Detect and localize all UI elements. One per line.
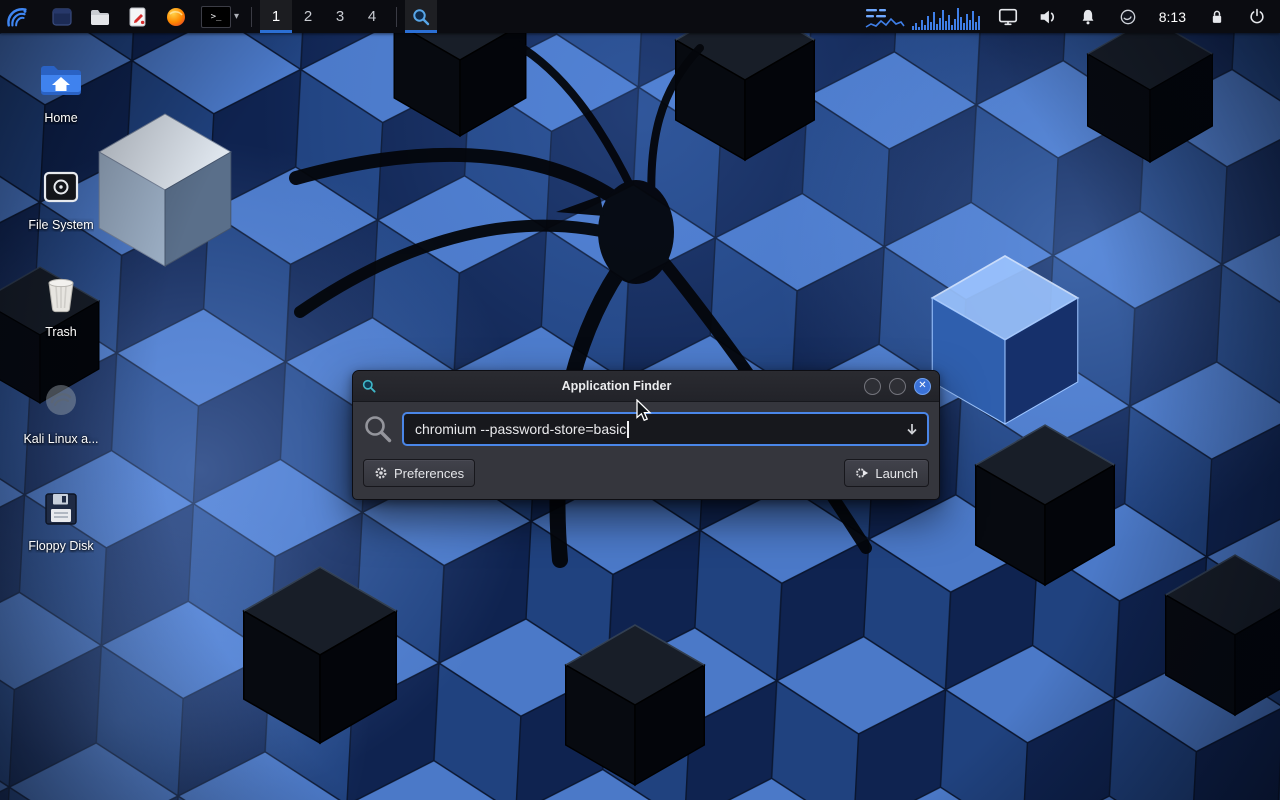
search-input[interactable]: chromium --password-store=basic [402,412,929,446]
dark-window-icon[interactable] [47,0,77,33]
cpu-graph[interactable] [911,0,983,33]
minimize-button[interactable] [864,378,881,395]
display-icon[interactable] [993,0,1023,33]
log-out-icon[interactable] [1242,0,1272,33]
terminal-icon: >_ [201,6,231,28]
desktop-icon-floppy[interactable]: Floppy Disk [6,486,116,553]
search-icon [363,414,393,444]
desktop-icon-label: Home [44,111,77,125]
desktop-icon-label: File System [28,218,93,232]
desktop-icon-label: Trash [45,325,77,339]
launch-button[interactable]: Launch [844,459,929,487]
desktop-icon-file-system[interactable]: File System [6,165,116,232]
firefox-icon[interactable] [161,0,191,33]
launch-label: Launch [875,466,918,481]
network-monitor-graph[interactable] [865,0,905,33]
file-system-drive-icon [41,165,81,211]
desktop-icon-trash[interactable]: Trash [6,272,116,339]
system-tray: 8:13 [993,0,1272,33]
magnifier-icon [411,7,431,27]
workspace-4[interactable]: 4 [356,0,388,33]
lock-screen-icon[interactable] [1202,0,1232,33]
workspace-3[interactable]: 3 [324,0,356,33]
panel-clock[interactable]: 8:13 [1153,9,1192,25]
application-finder-window: Application Finder ✕ chromium --password… [352,370,940,500]
panel-separator [251,7,252,27]
desktop-icon-home[interactable]: Home [6,58,116,125]
preferences-label: Preferences [394,466,464,481]
power-manager-icon[interactable] [1113,0,1143,33]
desktop-icon-label: Floppy Disk [28,539,93,553]
launch-icon [855,466,869,480]
search-query-text: chromium --password-store=basic [415,421,626,437]
volume-icon[interactable] [1033,0,1063,33]
floppy-disk-icon [41,486,81,532]
trash-empty-icon [41,272,81,318]
file-manager-icon[interactable] [85,0,115,33]
maximize-button[interactable] [889,378,906,395]
desktop-icon-kali-docs[interactable]: Kali Linux a... [6,379,116,446]
titlebar[interactable]: Application Finder ✕ [353,371,939,402]
gear-icon [374,466,388,480]
dropdown-arrow-icon[interactable] [905,422,919,436]
finder-body: chromium --password-store=basic [353,402,939,499]
workspace-1[interactable]: 1 [260,0,292,33]
text-caret [627,421,629,438]
preferences-button[interactable]: Preferences [363,459,475,487]
desktop-icon-label: Kali Linux a... [23,432,98,446]
kali-document-icon [41,379,81,425]
panel-separator [396,7,397,27]
home-folder-icon [39,58,83,104]
top-panel: >_ ▾ 1 2 3 4 [0,0,1280,33]
chevron-down-icon[interactable]: ▾ [234,11,239,22]
task-application-finder[interactable] [405,0,437,33]
kali-desktop: >_ ▾ 1 2 3 4 [0,0,1280,800]
app-finder-icon [361,378,377,394]
kali-menu-icon[interactable] [3,0,33,33]
workspace-2[interactable]: 2 [292,0,324,33]
terminal-dropdown[interactable]: >_ ▾ [201,0,239,33]
notifications-bell-icon[interactable] [1073,0,1103,33]
close-button[interactable]: ✕ [914,378,931,395]
text-editor-icon[interactable] [123,0,153,33]
window-title: Application Finder [377,379,856,393]
